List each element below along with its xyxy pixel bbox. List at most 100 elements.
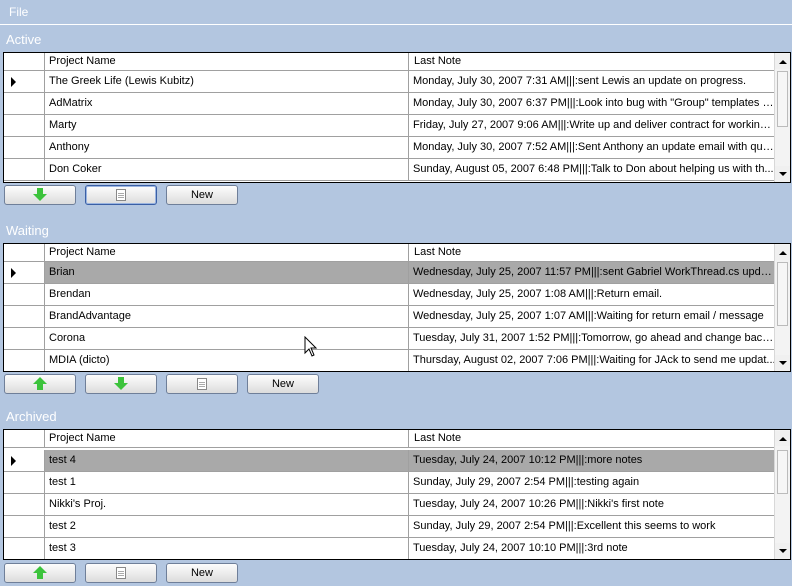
menu-file[interactable]: File — [9, 5, 28, 19]
last-note-cell[interactable]: Tuesday, July 24, 2007 10:26 PM|||:Nikki… — [408, 494, 776, 515]
vertical-scrollbar[interactable] — [774, 53, 790, 182]
mouse-pointer-icon — [304, 336, 318, 357]
project-name-cell[interactable]: Anthony — [45, 137, 408, 158]
project-name-cell[interactable]: test 3 — [45, 538, 408, 559]
table-row[interactable]: test 1 Sunday, July 29, 2007 2:54 PM|||:… — [4, 472, 776, 494]
vertical-scrollbar[interactable] — [774, 244, 790, 371]
column-header-project-name[interactable]: Project Name — [45, 432, 409, 444]
new-archived-button[interactable]: New — [166, 563, 238, 583]
table-row[interactable]: MDIA (dicto) Thursday, August 02, 2007 7… — [4, 350, 776, 371]
table-row[interactable]: The Greek Life (Lewis Kubitz) Monday, Ju… — [4, 71, 776, 93]
last-note-cell[interactable]: Monday, July 30, 2007 7:31 AM|||:sent Le… — [408, 71, 776, 92]
table-row[interactable]: Nikki's Proj. Tuesday, July 24, 2007 10:… — [4, 494, 776, 516]
last-note-cell[interactable]: Sunday, July 29, 2007 2:54 PM|||:Excelle… — [408, 516, 776, 537]
last-note-cell[interactable]: Monday, July 30, 2007 7:52 AM|||:Sent An… — [408, 137, 776, 158]
row-selector[interactable] — [4, 450, 45, 471]
row-selector[interactable] — [4, 93, 45, 114]
green-up-arrow-icon — [33, 377, 47, 391]
last-note-cell[interactable]: Tuesday, July 31, 2007 1:52 PM|||:Tomorr… — [408, 328, 776, 349]
table-row[interactable]: test 2 Sunday, July 29, 2007 2:54 PM|||:… — [4, 516, 776, 538]
project-name-cell[interactable]: test 2 — [45, 516, 408, 537]
project-name-cell[interactable]: MDIA (dicto) — [45, 350, 408, 371]
row-header-corner — [4, 244, 45, 261]
last-note-cell[interactable]: Monday, July 30, 2007 6:37 PM|||:Look in… — [408, 93, 776, 114]
last-note-cell[interactable]: Sunday, July 29, 2007 2:54 PM|||:testing… — [408, 472, 776, 493]
row-selector[interactable] — [4, 328, 45, 349]
scroll-up-button[interactable] — [775, 431, 790, 446]
move-up-button[interactable] — [4, 563, 76, 583]
note-document-icon — [116, 189, 126, 201]
project-name-cell[interactable]: Brendan — [45, 284, 408, 305]
last-note-cell[interactable]: Wednesday, July 25, 2007 1:08 AM|||:Retu… — [408, 284, 776, 305]
table-row[interactable]: Marty Friday, July 27, 2007 9:06 AM|||:W… — [4, 115, 776, 137]
view-note-button[interactable] — [85, 185, 157, 205]
last-note-cell[interactable]: Wednesday, July 25, 2007 1:07 AM|||:Wait… — [408, 306, 776, 327]
table-row[interactable]: BrandAdvantage Wednesday, July 25, 2007 … — [4, 306, 776, 328]
scroll-thumb[interactable] — [777, 450, 788, 494]
project-name-cell[interactable]: The Greek Life (Lewis Kubitz) — [45, 71, 408, 92]
current-row-arrow-icon — [11, 268, 16, 278]
green-down-arrow-icon — [33, 188, 47, 202]
project-name-cell[interactable]: Brian — [45, 262, 408, 283]
scroll-down-button[interactable] — [775, 355, 790, 370]
project-name-cell[interactable]: Don Coker — [45, 159, 408, 180]
project-name-cell[interactable]: Marty — [45, 115, 408, 136]
move-down-button[interactable] — [4, 185, 76, 205]
row-selector[interactable] — [4, 494, 45, 515]
view-note-button[interactable] — [85, 563, 157, 583]
scroll-thumb[interactable] — [777, 262, 788, 326]
row-selector[interactable] — [4, 472, 45, 493]
last-note-cell[interactable]: Friday, July 27, 2007 9:06 AM|||:Write u… — [408, 115, 776, 136]
last-note-cell[interactable]: Sunday, August 05, 2007 6:48 PM|||:Talk … — [408, 159, 776, 180]
row-selector[interactable] — [4, 516, 45, 537]
last-note-cell[interactable]: Tuesday, July 24, 2007 10:12 PM|||:more … — [408, 450, 776, 471]
last-note-cell[interactable]: Wednesday, July 25, 2007 11:57 PM|||:sen… — [408, 262, 776, 283]
row-selector[interactable] — [4, 538, 45, 559]
move-down-button[interactable] — [85, 374, 157, 394]
project-name-cell[interactable]: test 1 — [45, 472, 408, 493]
table-row[interactable]: Don Coker Sunday, August 05, 2007 6:48 P… — [4, 159, 776, 181]
active-grid: Project Name Last Note The Greek Life (L… — [3, 52, 791, 183]
table-row[interactable]: Corona Tuesday, July 31, 2007 1:52 PM|||… — [4, 328, 776, 350]
row-selector[interactable] — [4, 159, 45, 180]
last-note-cell[interactable]: Tuesday, July 24, 2007 10:10 PM|||:3rd n… — [408, 538, 776, 559]
scroll-thumb[interactable] — [777, 71, 788, 127]
project-name-cell[interactable]: Corona — [45, 328, 408, 349]
column-header-last-note[interactable]: Last Note — [408, 430, 776, 447]
row-selector[interactable] — [4, 350, 45, 371]
move-up-button[interactable] — [4, 374, 76, 394]
project-name-cell[interactable]: BrandAdvantage — [45, 306, 408, 327]
vertical-scrollbar[interactable] — [774, 430, 790, 559]
table-row[interactable]: test 4 Tuesday, July 24, 2007 10:12 PM||… — [4, 450, 776, 472]
table-row[interactable]: Brian Wednesday, July 25, 2007 11:57 PM|… — [4, 262, 776, 284]
table-row[interactable]: test 3 Tuesday, July 24, 2007 10:10 PM||… — [4, 538, 776, 559]
column-header-last-note[interactable]: Last Note — [408, 53, 776, 70]
scroll-up-arrow-icon — [778, 436, 787, 441]
row-selector[interactable] — [4, 306, 45, 327]
new-waiting-button[interactable]: New — [247, 374, 319, 394]
table-row[interactable]: Brendan Wednesday, July 25, 2007 1:08 AM… — [4, 284, 776, 306]
last-note-cell[interactable]: Thursday, August 02, 2007 7:06 PM|||:Wai… — [408, 350, 776, 371]
current-row-arrow-icon — [11, 77, 16, 87]
row-selector[interactable] — [4, 262, 45, 283]
row-selector[interactable] — [4, 284, 45, 305]
grid-header: Project Name Last Note — [4, 430, 776, 448]
project-name-cell[interactable]: AdMatrix — [45, 93, 408, 114]
row-selector[interactable] — [4, 71, 45, 92]
column-header-project-name[interactable]: Project Name — [45, 246, 409, 258]
scroll-down-arrow-icon — [778, 548, 787, 553]
column-header-last-note[interactable]: Last Note — [408, 244, 776, 261]
scroll-down-button[interactable] — [775, 543, 790, 558]
row-selector[interactable] — [4, 115, 45, 136]
project-name-cell[interactable]: test 4 — [45, 450, 408, 471]
scroll-up-button[interactable] — [775, 245, 790, 260]
project-name-cell[interactable]: Nikki's Proj. — [45, 494, 408, 515]
column-header-project-name[interactable]: Project Name — [45, 55, 409, 67]
view-note-button[interactable] — [166, 374, 238, 394]
table-row[interactable]: AdMatrix Monday, July 30, 2007 6:37 PM||… — [4, 93, 776, 115]
row-selector[interactable] — [4, 137, 45, 158]
new-active-button[interactable]: New — [166, 185, 238, 205]
scroll-down-button[interactable] — [775, 166, 790, 181]
table-row[interactable]: Anthony Monday, July 30, 2007 7:52 AM|||… — [4, 137, 776, 159]
scroll-up-button[interactable] — [775, 54, 790, 69]
